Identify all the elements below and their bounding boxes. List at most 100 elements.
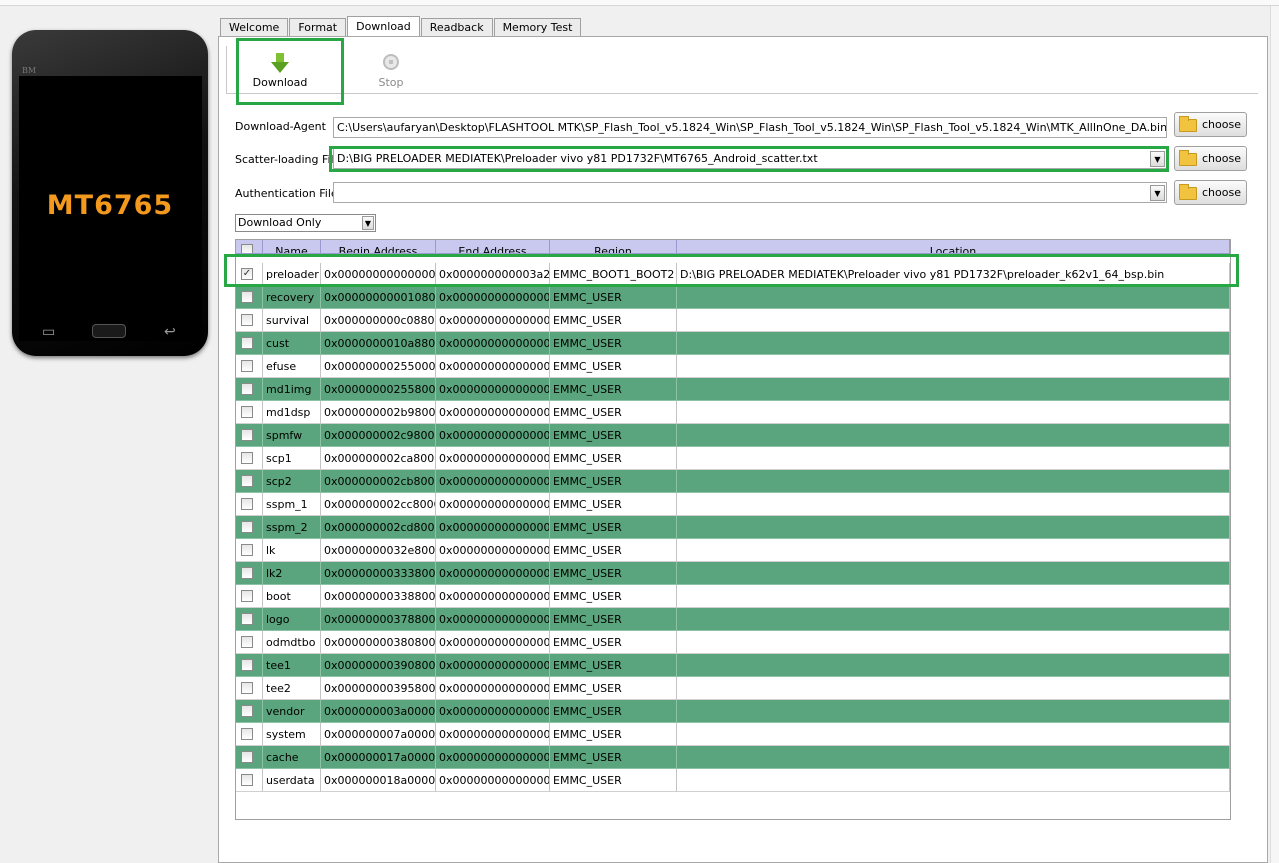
stop-button-label: Stop	[378, 76, 404, 89]
table-row[interactable]: userdata0x000000018a0000000x000000000000…	[236, 769, 1230, 792]
end-address-cell: 0x0000000000000000	[436, 677, 550, 700]
location-cell	[677, 539, 1230, 562]
table-row[interactable]: scp10x000000002ca800000x0000000000000000…	[236, 447, 1230, 470]
table-row[interactable]: tee20x00000000395800000x0000000000000000…	[236, 677, 1230, 700]
row-checkbox[interactable]	[241, 521, 253, 533]
row-checkbox[interactable]	[241, 728, 253, 740]
row-checkbox[interactable]	[241, 452, 253, 464]
table-row[interactable]: vendor0x000000003a0000000x00000000000000…	[236, 700, 1230, 723]
auth-file-label: Authentication File	[235, 187, 338, 200]
tab-readback[interactable]: Readback	[420, 18, 493, 37]
row-checkbox[interactable]	[241, 360, 253, 372]
row-checkbox[interactable]	[241, 636, 253, 648]
row-checkbox[interactable]	[241, 291, 253, 303]
end-address-cell: 0x0000000000000000	[436, 378, 550, 401]
tab-memory-test[interactable]: Memory Test	[493, 18, 582, 37]
begin-address-cell: 0x000000002cb80000	[321, 470, 436, 493]
download-mode-select[interactable]: Download Only ▼	[235, 214, 376, 232]
row-checkbox[interactable]	[241, 705, 253, 717]
location-cell	[677, 470, 1230, 493]
end-address-cell: 0x0000000000000000	[436, 539, 550, 562]
row-checkbox[interactable]	[241, 567, 253, 579]
begin-address-cell: 0x0000000000108000	[321, 286, 436, 309]
partition-name-cell: userdata	[263, 769, 321, 792]
stop-icon	[359, 52, 423, 76]
table-row[interactable]: md1dsp0x000000002b9800000x00000000000000…	[236, 401, 1230, 424]
tab-download[interactable]: Download	[347, 16, 420, 36]
table-row[interactable]: scp20x000000002cb800000x0000000000000000…	[236, 470, 1230, 493]
table-row[interactable]: lk0x0000000032e800000x0000000000000000EM…	[236, 539, 1230, 562]
end-address-cell: 0x0000000000000000	[436, 723, 550, 746]
table-row[interactable]: efuse0x00000000255000000x000000000000000…	[236, 355, 1230, 378]
auth-file-select[interactable]: ▼	[333, 182, 1167, 203]
region-cell: EMMC_USER	[550, 309, 677, 332]
location-cell	[677, 516, 1230, 539]
download-agent-label: Download-Agent	[235, 120, 326, 133]
tab-format[interactable]: Format	[289, 18, 347, 37]
chevron-down-icon[interactable]: ▼	[362, 216, 374, 230]
col-begin-address: Begin Address	[321, 240, 436, 253]
row-checkbox[interactable]	[241, 475, 253, 487]
table-row[interactable]: logo0x00000000378800000x0000000000000000…	[236, 608, 1230, 631]
row-checkbox[interactable]	[241, 429, 253, 441]
highlight-scatter-field	[329, 146, 1169, 172]
row-checkbox[interactable]	[241, 314, 253, 326]
table-row[interactable]: cust0x0000000010a880000x0000000000000000…	[236, 332, 1230, 355]
row-checkbox[interactable]	[241, 498, 253, 510]
begin-address-cell: 0x000000002cc80000	[321, 493, 436, 516]
row-checkbox[interactable]	[241, 337, 253, 349]
table-row[interactable]: lk20x00000000333800000x0000000000000000E…	[236, 562, 1230, 585]
row-checkbox[interactable]	[241, 682, 253, 694]
checkbox-cell	[236, 401, 263, 424]
table-row[interactable]: recovery0x00000000001080000x000000000000…	[236, 286, 1230, 309]
row-checkbox[interactable]	[241, 383, 253, 395]
partition-name-cell: tee1	[263, 654, 321, 677]
region-cell: EMMC_USER	[550, 562, 677, 585]
location-cell	[677, 447, 1230, 470]
back-key-icon: ↩	[164, 324, 176, 340]
table-row[interactable]: boot0x00000000338800000x0000000000000000…	[236, 585, 1230, 608]
choose-scatter-button[interactable]: choose	[1174, 146, 1247, 171]
row-checkbox[interactable]	[241, 544, 253, 556]
partition-name-cell: scp1	[263, 447, 321, 470]
checkbox-cell	[236, 585, 263, 608]
table-row[interactable]: tee10x00000000390800000x0000000000000000…	[236, 654, 1230, 677]
region-cell: EMMC_USER	[550, 631, 677, 654]
table-row[interactable]: sspm_20x000000002cd800000x00000000000000…	[236, 516, 1230, 539]
select-all-header[interactable]	[236, 240, 263, 253]
begin-address-cell: 0x0000000038080000	[321, 631, 436, 654]
table-row[interactable]: survival0x000000000c0880000x000000000000…	[236, 309, 1230, 332]
table-row[interactable]: md1img0x00000000255800000x00000000000000…	[236, 378, 1230, 401]
begin-address-cell: 0x0000000033880000	[321, 585, 436, 608]
phone-brand-label: BM	[22, 66, 37, 75]
end-address-cell: 0x0000000000000000	[436, 746, 550, 769]
table-row[interactable]: cache0x000000017a0000000x000000000000000…	[236, 746, 1230, 769]
end-address-cell: 0x0000000000000000	[436, 424, 550, 447]
download-agent-field[interactable]: C:\Users\aufaryan\Desktop\FLASHTOOL MTK\…	[333, 117, 1167, 138]
begin-address-cell: 0x0000000039580000	[321, 677, 436, 700]
row-checkbox[interactable]	[241, 751, 253, 763]
region-cell: EMMC_USER	[550, 355, 677, 378]
tab-welcome[interactable]: Welcome	[220, 18, 289, 37]
download-mode-value: Download Only	[238, 216, 322, 229]
table-row[interactable]: sspm_1 0x000000002cc80000 0x00000000000000…	[236, 493, 1230, 516]
region-cell: EMMC_USER	[550, 700, 677, 723]
row-checkbox[interactable]	[241, 659, 253, 671]
begin-address-cell: 0x0000000025580000	[321, 378, 436, 401]
select-all-checkbox[interactable]	[241, 244, 253, 253]
location-cell	[677, 654, 1230, 677]
chevron-down-icon[interactable]: ▼	[1150, 185, 1165, 201]
table-row[interactable]: odmdtbo0x00000000380800000x0000000000000…	[236, 631, 1230, 654]
choose-download-agent-button[interactable]: choose	[1174, 112, 1247, 137]
table-row[interactable]: system0x000000007a0000000x00000000000000…	[236, 723, 1230, 746]
end-address-cell: 0x0000000000000000	[436, 585, 550, 608]
row-checkbox[interactable]	[241, 774, 253, 786]
row-checkbox[interactable]	[241, 406, 253, 418]
table-row[interactable]: spmfw0x000000002c9800000x000000000000000…	[236, 424, 1230, 447]
row-checkbox[interactable]	[241, 590, 253, 602]
partition-name-cell: cache	[263, 746, 321, 769]
stop-button[interactable]: Stop	[359, 52, 423, 89]
row-checkbox[interactable]	[241, 613, 253, 625]
choose-auth-button[interactable]: choose	[1174, 180, 1247, 205]
partition-name-cell: vendor	[263, 700, 321, 723]
